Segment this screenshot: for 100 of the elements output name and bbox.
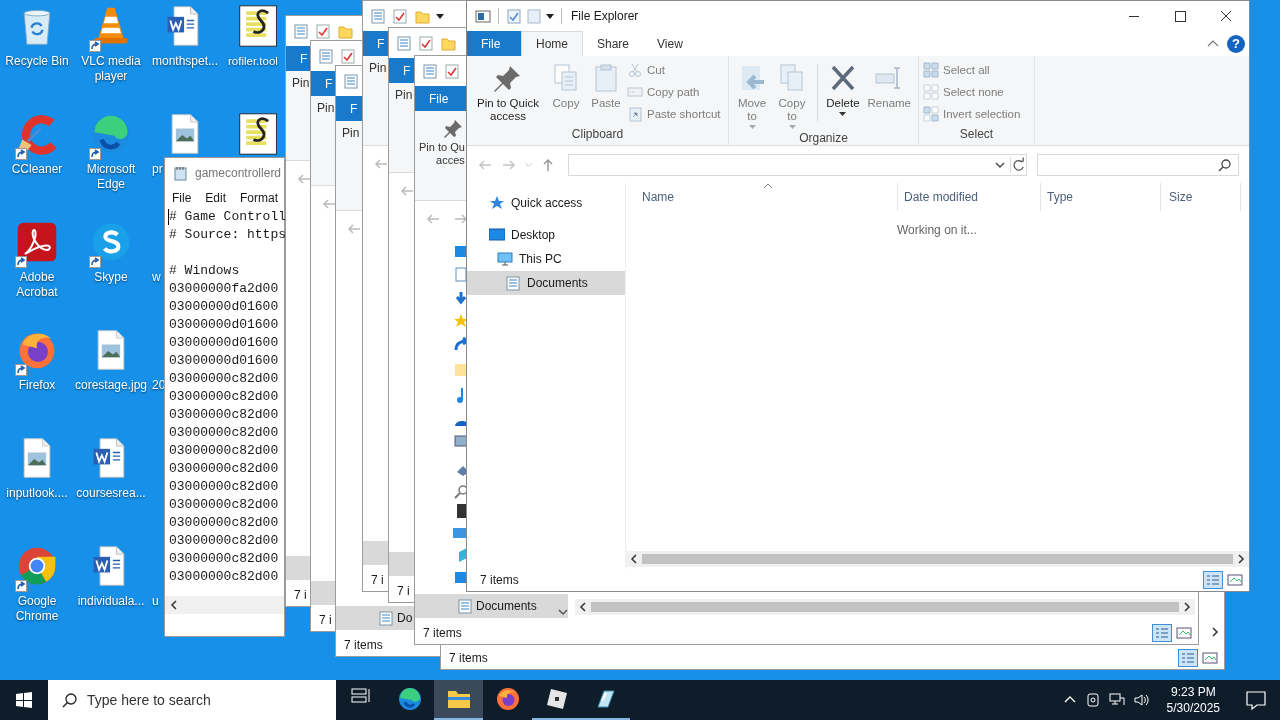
clipboard-icon [627, 106, 643, 122]
clock[interactable]: 9:23 PM 5/30/2025 [1158, 684, 1228, 716]
desktop-icon [489, 227, 505, 243]
sort-caret-icon [763, 183, 773, 189]
text-line: 03000000c82d00 [169, 424, 279, 442]
file-tab[interactable]: F [389, 58, 417, 83]
wave-logo-icon [397, 687, 422, 711]
computer-icon [497, 251, 513, 267]
column-header[interactable]: Type [1041, 183, 1161, 211]
tiles-view-icon[interactable] [1225, 571, 1245, 589]
text-line: 03000000c82d00 [169, 532, 279, 550]
desktop-icon-label[interactable]: rofiler.tool [228, 54, 278, 69]
text-line: 03000000c82d00 [169, 568, 279, 586]
pin-button[interactable]: Pin [292, 77, 310, 90]
tiles-view-icon[interactable] [1174, 624, 1194, 642]
desktop-icon-label[interactable]: Microsoft Edge [74, 162, 148, 192]
status-text: 7 i [371, 573, 384, 587]
menu-item[interactable]: File [172, 191, 192, 205]
ribbon-tab[interactable]: Home [521, 31, 583, 56]
column-header[interactable]: Date modified [898, 183, 1041, 211]
column-header[interactable]: Size [1161, 183, 1241, 211]
desktop-icon-label[interactable]: Google Chrome [0, 594, 74, 624]
file-tab[interactable]: F [336, 96, 364, 121]
pin-button[interactable]: Pin [342, 127, 360, 140]
desktop-icon-label[interactable]: Adobe Acrobat [0, 270, 74, 300]
desktop-icon-label[interactable]: VLC media player [74, 54, 148, 84]
search-field[interactable]: Type here to search [48, 680, 336, 720]
desktop-icon-label[interactable]: corestage.jpg [74, 378, 148, 393]
scroll-right-icon [1183, 602, 1191, 612]
text-line: 03000000c82d00 [169, 442, 279, 460]
menu-item[interactable]: Format [240, 191, 279, 205]
desktop-icon-label[interactable]: pr [152, 162, 163, 177]
pdf-app-icon[interactable] [15, 220, 59, 264]
text-line: # Game Controll [169, 208, 287, 226]
group-label: Clipboard [570, 127, 625, 143]
desktop-icon-label[interactable]: CCleaner [0, 162, 74, 177]
text-line: 03000000d01600 [169, 298, 279, 316]
details-view-icon[interactable] [1203, 571, 1223, 589]
desktop-icon-label[interactable]: Skype [74, 270, 148, 285]
scroll-thumb[interactable] [642, 554, 1233, 564]
network-icon[interactable] [1108, 692, 1125, 708]
text-cursor [168, 209, 169, 225]
column-header[interactable]: Name [626, 183, 898, 211]
pin-button[interactable]: Pin [317, 102, 335, 115]
search-icon [1218, 157, 1232, 172]
recent-caret-icon [525, 162, 532, 167]
text-line: 03000000c82d00 [169, 496, 279, 514]
ribbon-tab[interactable]: View [643, 31, 697, 56]
status-text: 7 items [480, 573, 519, 587]
nav-item[interactable]: Quick access [467, 191, 625, 215]
desktop-icon-label[interactable]: Firefox [0, 378, 74, 393]
details-view-icon[interactable] [1152, 624, 1172, 642]
notepad-icon [173, 165, 189, 181]
text-line: 03000000c82d00 [169, 550, 279, 568]
desktop-icon-label[interactable]: monthspet... [148, 54, 222, 69]
ribbon-button[interactable]: Delete [823, 60, 863, 131]
menu-item[interactable]: Edit [205, 191, 227, 205]
group-label: Select [958, 127, 995, 143]
text-line: 03000000c82d00 [169, 478, 279, 496]
document-icon [370, 8, 386, 24]
ribbon-button[interactable]: Pin to Quick access [471, 60, 545, 127]
nav-item[interactable]: Do [336, 606, 414, 630]
desktop-icon-label[interactable]: u [152, 594, 159, 609]
scroll-thumb[interactable] [591, 602, 1179, 612]
scroll-left-icon [170, 600, 178, 610]
desktop-icon-label[interactable]: individuala... [74, 594, 148, 609]
nav-item[interactable]: Desktop [467, 223, 625, 247]
details-view-icon[interactable] [1178, 649, 1198, 667]
pin-button[interactable]: Pin to Qu acces [419, 117, 465, 167]
nav-item[interactable]: Documents [467, 271, 625, 295]
text-line: 03000000d01600 [169, 352, 279, 370]
file-tab[interactable]: File [415, 86, 467, 111]
ribbon-tab[interactable]: Share [583, 31, 644, 56]
folder-icon [414, 8, 430, 24]
volume-icon[interactable] [1132, 692, 1151, 708]
caret-icon [436, 13, 444, 19]
desktop-icon-label[interactable]: Recycle Bin [0, 54, 74, 69]
camera-icon[interactable] [1084, 692, 1101, 708]
address-field[interactable] [568, 153, 1027, 176]
tiles-view-icon[interactable] [1200, 649, 1220, 667]
file-tab[interactable]: File [467, 31, 521, 56]
pin-button[interactable]: Pin [395, 89, 413, 102]
document-icon [343, 73, 359, 89]
scroll-left-icon [630, 554, 638, 564]
path-icon [627, 84, 643, 100]
refresh-icon[interactable] [1010, 156, 1026, 173]
document-icon [422, 63, 438, 79]
pin-button[interactable]: Pin [369, 62, 387, 75]
nav-item[interactable]: This PC [467, 247, 625, 271]
nav-item[interactable]: Documents [415, 594, 568, 618]
file-tab[interactable]: F [363, 31, 391, 56]
desktop-icon-label[interactable]: coursesrea... [74, 486, 148, 501]
desktop-icon-label[interactable]: 20 [152, 378, 166, 393]
search-field[interactable] [1037, 153, 1239, 176]
checklist-icon [418, 35, 434, 51]
desktop-icon-label[interactable]: w [152, 270, 161, 285]
desktop-icon-label[interactable]: inputlook.... [0, 486, 74, 501]
help-button[interactable]: ? [1227, 34, 1245, 53]
checklist-icon [444, 63, 460, 79]
taskbar-app[interactable] [434, 680, 483, 720]
